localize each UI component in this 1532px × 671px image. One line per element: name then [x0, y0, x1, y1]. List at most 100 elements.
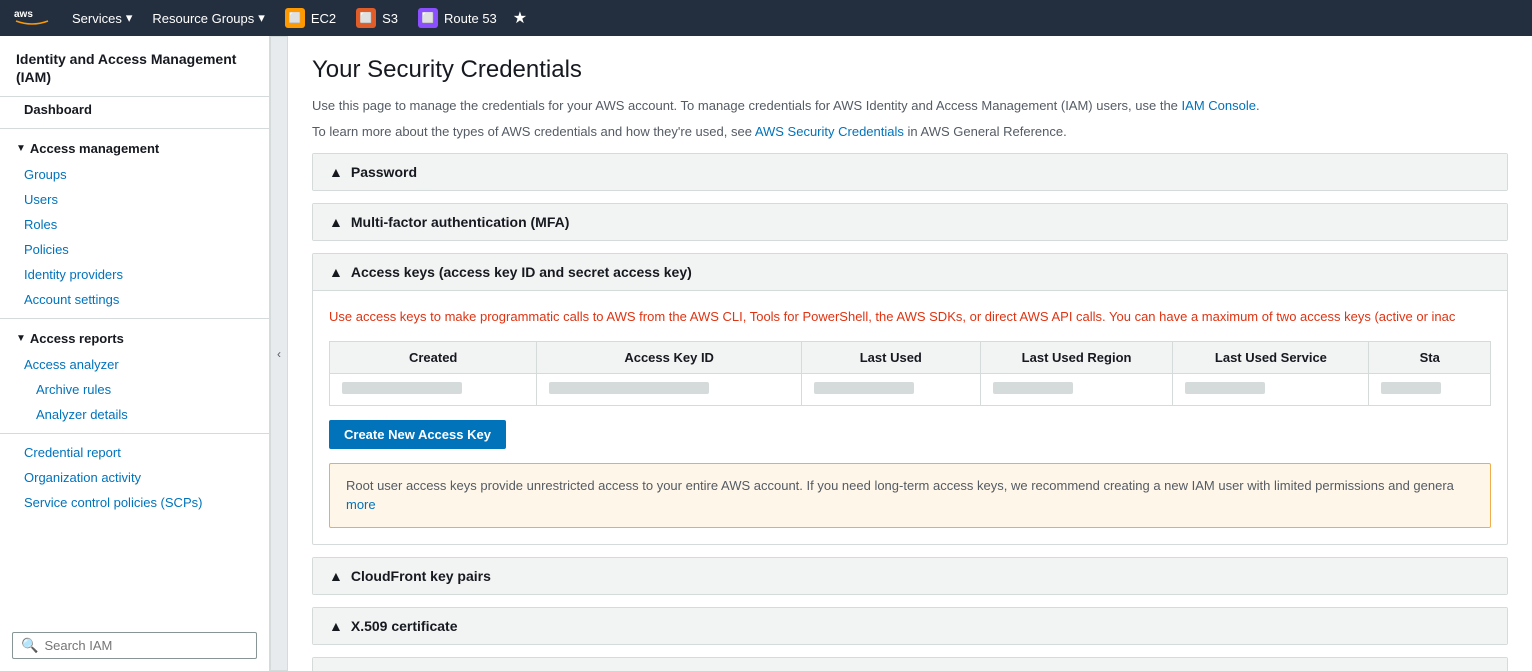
intro-paragraph-1: Use this page to manage the credentials …: [312, 96, 1508, 116]
ec2-icon: ⬜: [285, 8, 305, 28]
cell-created: [330, 373, 537, 405]
created-placeholder: [342, 382, 462, 394]
mfa-accordion: ▲ Multi-factor authentication (MFA): [312, 203, 1508, 241]
route53-icon: ⬜: [418, 8, 438, 28]
sidebar-section-access-reports[interactable]: ▼ Access reports: [0, 325, 269, 352]
cell-last-used: [801, 373, 980, 405]
x509-accordion-header[interactable]: ▲ X.509 certificate: [313, 608, 1507, 644]
sidebar-title: Identity and Access Management (IAM): [0, 36, 269, 97]
svg-text:aws: aws: [14, 9, 33, 20]
s3-label: S3: [382, 11, 398, 26]
access-reports-chevron-icon: ▼: [16, 333, 26, 344]
mfa-section-title: Multi-factor authentication (MFA): [351, 214, 570, 230]
resource-groups-nav-button[interactable]: Resource Groups ▾: [144, 6, 272, 30]
access-keys-warning-text: Use access keys to make programmatic cal…: [329, 307, 1491, 327]
sidebar-collapse-toggle[interactable]: ‹: [270, 36, 288, 671]
cell-region: [980, 373, 1173, 405]
region-placeholder: [993, 382, 1073, 394]
sidebar-item-access-analyzer[interactable]: Access analyzer: [0, 352, 269, 377]
access-keys-accordion-header[interactable]: ▲ Access keys (access key ID and secret …: [313, 254, 1507, 291]
cloudfront-section-title: CloudFront key pairs: [351, 568, 491, 584]
sidebar-divider-2: [0, 318, 269, 319]
access-keys-table: Created Access Key ID Last Used Last Use…: [329, 341, 1491, 406]
aws-logo[interactable]: aws: [12, 6, 52, 30]
cloudfront-accordion-header[interactable]: ▲ CloudFront key pairs: [313, 558, 1507, 594]
x509-accordion: ▲ X.509 certificate: [312, 607, 1508, 645]
access-keys-accordion: ▲ Access keys (access key ID and secret …: [312, 253, 1508, 545]
col-header-last-used: Last Used: [801, 341, 980, 373]
password-accordion: ▲ Password: [312, 153, 1508, 191]
sidebar-item-account-settings[interactable]: Account settings: [0, 287, 269, 312]
services-chevron-icon: ▾: [126, 10, 133, 26]
cell-service: [1173, 373, 1369, 405]
account-identifiers-accordion: ▲ Account identifiers: [312, 657, 1508, 671]
main-content: Your Security Credentials Use this page …: [288, 36, 1532, 671]
services-nav-button[interactable]: Services ▾: [64, 6, 140, 30]
sidebar-item-credential-report[interactable]: Credential report: [0, 440, 269, 465]
col-header-last-used-service: Last Used Service: [1173, 341, 1369, 373]
top-navigation: aws Services ▾ Resource Groups ▾ ⬜ EC2 ⬜…: [0, 0, 1532, 36]
search-input[interactable]: [44, 638, 248, 653]
access-keys-accordion-body: Use access keys to make programmatic cal…: [313, 291, 1507, 544]
password-accordion-header[interactable]: ▲ Password: [313, 154, 1507, 190]
sidebar-item-users[interactable]: Users: [0, 187, 269, 212]
last-used-placeholder: [814, 382, 914, 394]
s3-nav-button[interactable]: ⬜ S3: [348, 4, 406, 32]
cloudfront-accordion: ▲ CloudFront key pairs: [312, 557, 1508, 595]
cloudfront-chevron-icon: ▲: [329, 568, 343, 584]
sidebar-item-service-control-policies[interactable]: Service control policies (SCPs): [0, 490, 269, 515]
sidebar-search-container[interactable]: 🔍: [12, 632, 257, 659]
access-management-label: Access management: [30, 141, 159, 156]
page-layout: Identity and Access Management (IAM) Das…: [0, 36, 1532, 671]
key-id-placeholder: [549, 382, 709, 394]
route53-label: Route 53: [444, 11, 497, 26]
x509-chevron-icon: ▲: [329, 618, 343, 634]
col-header-created: Created: [330, 341, 537, 373]
ec2-label: EC2: [311, 11, 336, 26]
x509-section-title: X.509 certificate: [351, 618, 458, 634]
sidebar-item-roles[interactable]: Roles: [0, 212, 269, 237]
table-row: [330, 373, 1491, 405]
sidebar-section-access-management[interactable]: ▼ Access management: [0, 135, 269, 162]
sidebar-divider-3: [0, 433, 269, 434]
col-header-status: Sta: [1369, 341, 1491, 373]
aws-security-credentials-link[interactable]: AWS Security Credentials: [755, 124, 904, 139]
sidebar-item-identity-providers[interactable]: Identity providers: [0, 262, 269, 287]
sidebar-item-policies[interactable]: Policies: [0, 237, 269, 262]
cell-status: [1369, 373, 1491, 405]
intro-paragraph-2: To learn more about the types of AWS cre…: [312, 122, 1508, 142]
sidebar-item-archive-rules[interactable]: Archive rules: [0, 377, 269, 402]
col-header-key-id: Access Key ID: [537, 341, 802, 373]
sidebar-item-analyzer-details[interactable]: Analyzer details: [0, 402, 269, 427]
password-section-title: Password: [351, 164, 417, 180]
password-chevron-icon: ▲: [329, 164, 343, 180]
access-management-chevron-icon: ▼: [16, 143, 26, 154]
create-new-access-key-button[interactable]: Create New Access Key: [329, 420, 506, 449]
account-identifiers-section-title: Account identifiers: [351, 668, 478, 671]
warning-box-more-link[interactable]: more: [346, 497, 376, 512]
sidebar-item-dashboard[interactable]: Dashboard: [0, 97, 269, 122]
access-keys-section-title: Access keys (access key ID and secret ac…: [351, 264, 692, 280]
iam-console-link[interactable]: IAM Console: [1182, 98, 1256, 113]
sidebar-item-groups[interactable]: Groups: [0, 162, 269, 187]
access-keys-chevron-icon: ▲: [329, 264, 343, 280]
account-identifiers-accordion-header[interactable]: ▲ Account identifiers: [313, 658, 1507, 671]
cell-key-id: [537, 373, 802, 405]
service-placeholder: [1185, 382, 1265, 394]
search-icon: 🔍: [21, 637, 38, 654]
s3-icon: ⬜: [356, 8, 376, 28]
resource-groups-label: Resource Groups: [152, 11, 254, 26]
access-keys-warning-box: Root user access keys provide unrestrict…: [329, 463, 1491, 528]
sidebar: Identity and Access Management (IAM) Das…: [0, 36, 270, 671]
mfa-accordion-header[interactable]: ▲ Multi-factor authentication (MFA): [313, 204, 1507, 240]
route53-nav-button[interactable]: ⬜ Route 53: [410, 4, 505, 32]
access-reports-label: Access reports: [30, 331, 124, 346]
ec2-nav-button[interactable]: ⬜ EC2: [277, 4, 344, 32]
col-header-last-used-region: Last Used Region: [980, 341, 1173, 373]
favorites-star-button[interactable]: ★: [509, 4, 531, 32]
resource-groups-chevron-icon: ▾: [258, 10, 265, 26]
account-identifiers-chevron-icon: ▲: [329, 668, 343, 671]
sidebar-item-organization-activity[interactable]: Organization activity: [0, 465, 269, 490]
mfa-chevron-icon: ▲: [329, 214, 343, 230]
page-title: Your Security Credentials: [312, 56, 1508, 84]
